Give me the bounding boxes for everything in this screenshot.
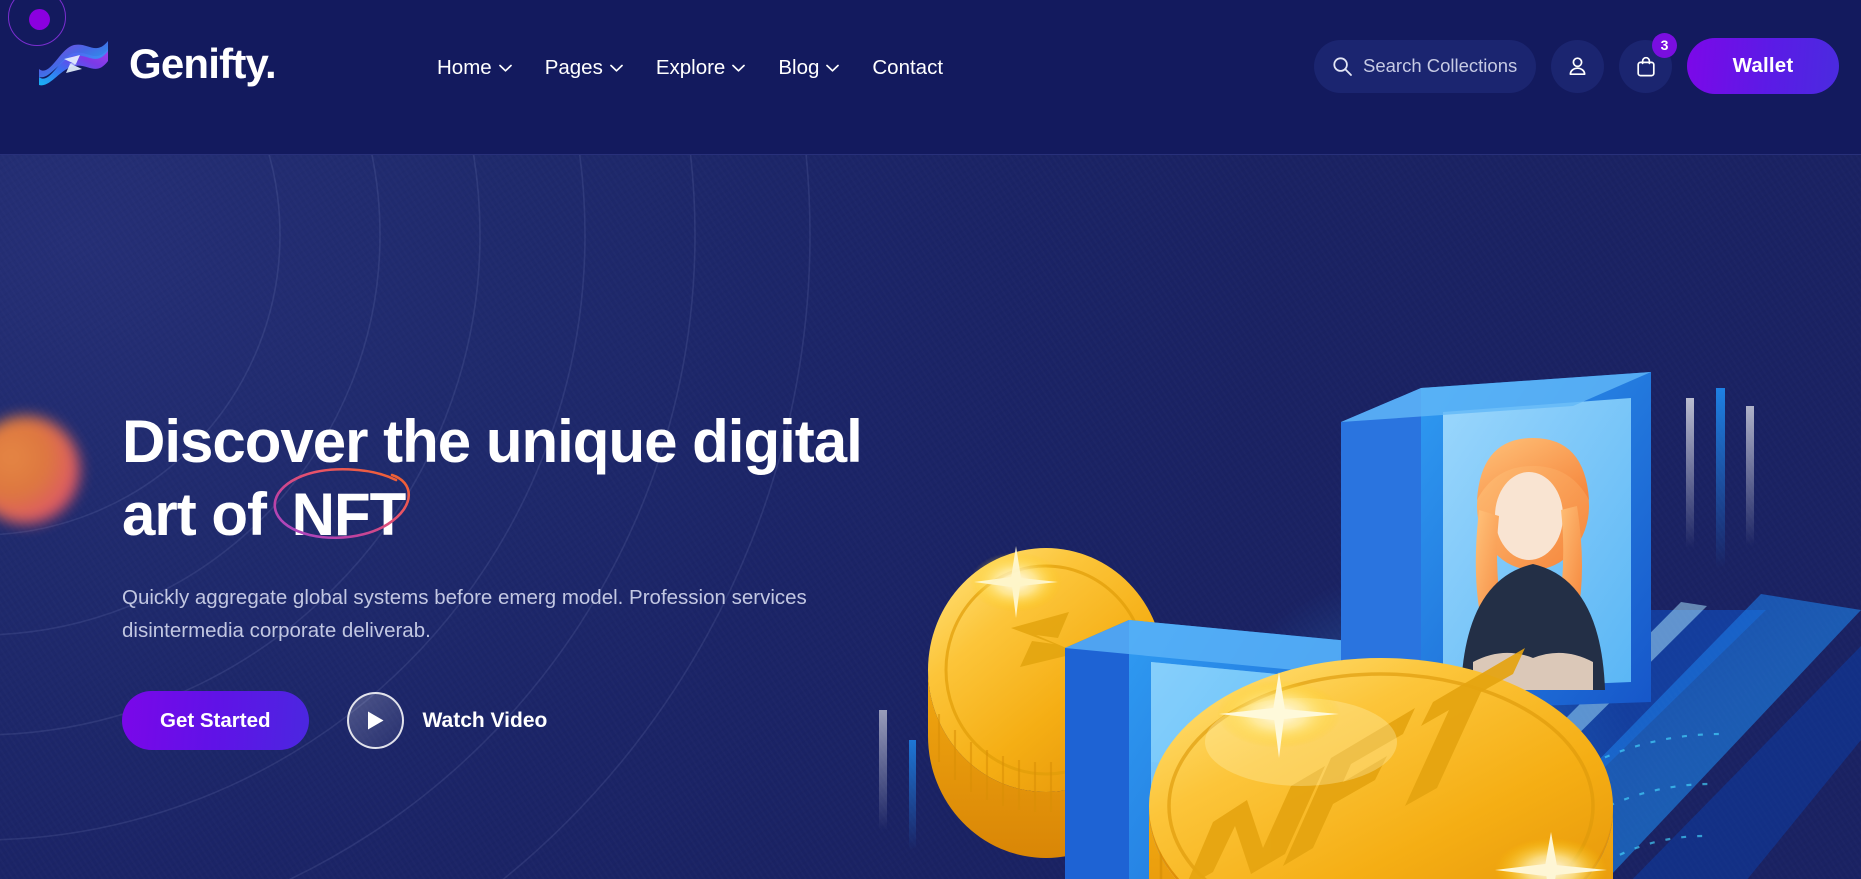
page-root: Genifty. Home Pages Explore Blog Contact… <box>0 0 1861 879</box>
account-button[interactable] <box>1551 39 1604 93</box>
get-started-button[interactable]: Get Started <box>122 691 309 751</box>
site-header: Genifty. Home Pages Explore Blog Contact… <box>0 0 1861 155</box>
brand-logo-link[interactable]: Genifty. <box>36 36 277 91</box>
play-icon <box>346 692 404 750</box>
headline-line-1: Discover the unique digital <box>122 408 863 475</box>
hero-description: Quickly aggregate global systems before … <box>122 586 807 642</box>
watch-video-label: Watch Video <box>422 708 548 732</box>
page-title: Discover the unique digital art of NFT <box>122 405 942 551</box>
nav-label: Home <box>437 56 492 79</box>
headline-highlight-wrap: NFT <box>273 468 416 551</box>
headline-highlight: NFT <box>291 481 407 549</box>
chevron-down-icon <box>826 64 840 72</box>
wave-ribbon-logo-icon <box>39 41 108 86</box>
decorative-dot-icon <box>29 9 50 30</box>
hero-content: Discover the unique digital art of NFT Q… <box>122 405 942 751</box>
nav-label: Contact <box>872 56 944 79</box>
nav-item-blog[interactable]: Blog <box>778 50 872 86</box>
nav-item-explore[interactable]: Explore <box>656 50 779 86</box>
play-triangle-icon <box>367 711 383 730</box>
cart-button[interactable]: 3 <box>1619 32 1677 93</box>
chevron-down-icon <box>498 64 512 72</box>
chevron-down-icon <box>732 64 746 72</box>
search-collections-box[interactable] <box>1314 39 1536 93</box>
header-actions: 3 Wallet <box>1314 32 1839 94</box>
cart-badge: 3 <box>1652 32 1677 58</box>
hero-section: Discover the unique digital art of NFT Q… <box>0 155 1861 879</box>
nav-item-contact[interactable]: Contact <box>872 50 976 86</box>
search-icon <box>1333 56 1352 76</box>
brand-name: Genifty. <box>129 39 277 87</box>
headline-prefix: art of <box>122 481 282 549</box>
nav-item-home[interactable]: Home <box>437 50 545 86</box>
hero-cta-group: Get Started Watch Video <box>122 691 942 751</box>
chevron-down-icon <box>609 64 623 72</box>
primary-navigation: Home Pages Explore Blog Contact <box>437 50 976 86</box>
search-input[interactable] <box>1363 55 1523 77</box>
user-icon <box>1569 56 1586 75</box>
shopping-bag-icon <box>1636 56 1655 76</box>
wallet-button[interactable]: Wallet <box>1687 38 1839 94</box>
nav-label: Explore <box>655 56 726 79</box>
isometric-nft-artwork <box>879 372 1861 879</box>
headline-line-2: art of NFT <box>122 468 942 551</box>
nav-label: Pages <box>544 56 603 79</box>
nav-item-pages[interactable]: Pages <box>545 50 656 86</box>
nav-label: Blog <box>778 56 820 79</box>
hero-nft-illustration <box>861 310 1861 879</box>
watch-video-button[interactable]: Watch Video <box>346 692 548 750</box>
